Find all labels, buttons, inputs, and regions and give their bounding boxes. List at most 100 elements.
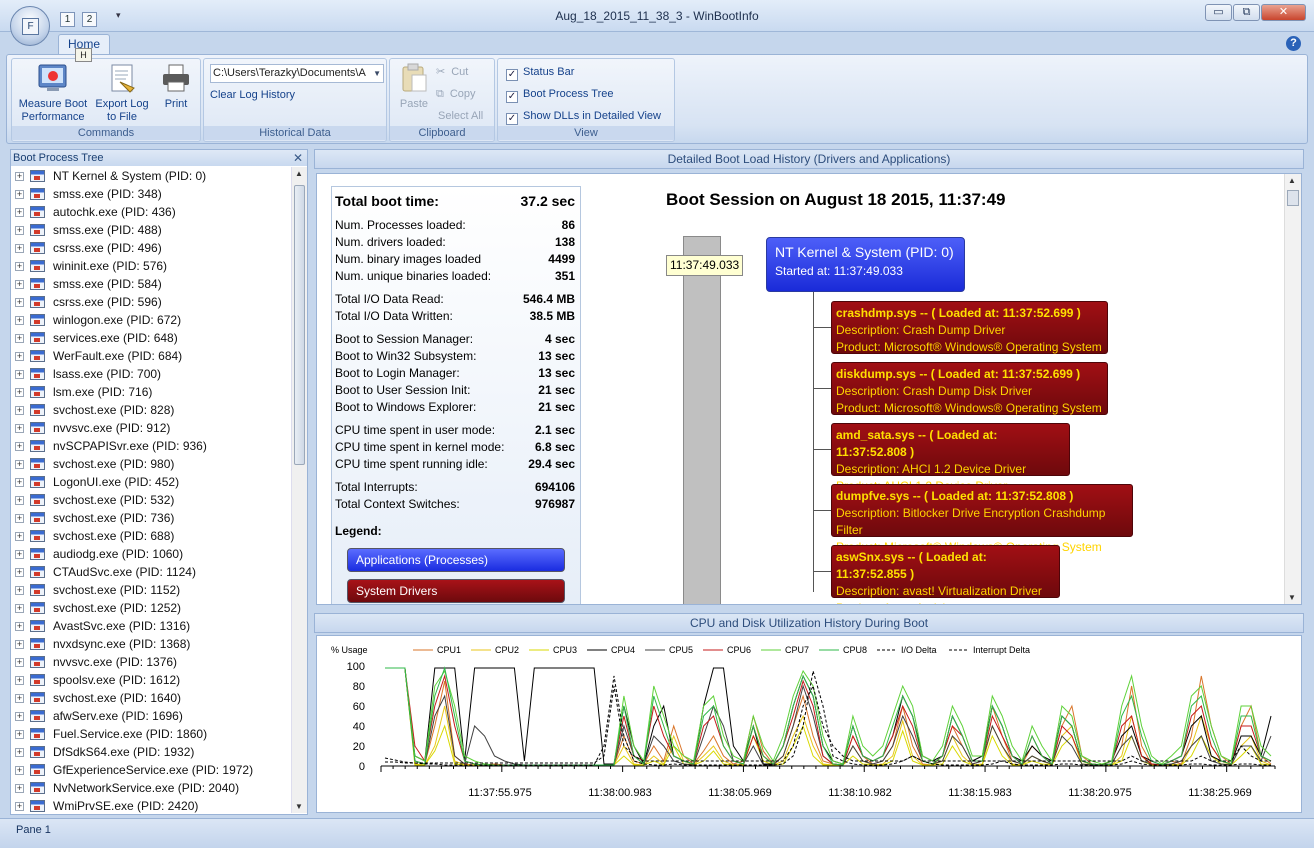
measure-boot-button[interactable]: Measure Boot Performance: [16, 62, 90, 124]
show-dlls-checkbox[interactable]: ✓ Show DLLs in Detailed View: [506, 107, 661, 125]
tree-item[interactable]: + nvxdsync.exe (PID: 1368): [11, 635, 291, 653]
close-button[interactable]: ✕: [1261, 4, 1306, 21]
expand-icon[interactable]: +: [15, 478, 24, 487]
tree-item[interactable]: + Fuel.Service.exe (PID: 1860): [11, 725, 291, 743]
tree-item[interactable]: + lsm.exe (PID: 716): [11, 383, 291, 401]
detail-scrollbar[interactable]: ▲ ▼: [1284, 174, 1301, 604]
expand-icon[interactable]: +: [15, 568, 24, 577]
kernel-node[interactable]: NT Kernel & System (PID: 0) Started at: …: [766, 237, 965, 292]
expand-icon[interactable]: +: [15, 460, 24, 469]
tree-item[interactable]: + svchost.exe (PID: 1640): [11, 689, 291, 707]
expand-icon[interactable]: +: [15, 604, 24, 613]
expand-icon[interactable]: +: [15, 586, 24, 595]
tree-item[interactable]: + csrss.exe (PID: 496): [11, 239, 291, 257]
expand-icon[interactable]: +: [15, 748, 24, 757]
export-log-button[interactable]: Export Log to File: [92, 62, 152, 124]
scroll-up-icon[interactable]: ▲: [295, 169, 303, 178]
expand-icon[interactable]: +: [15, 262, 24, 271]
tree-scrollbar[interactable]: ▲ ▼: [291, 167, 307, 813]
expand-icon[interactable]: +: [15, 424, 24, 433]
minimize-button[interactable]: ▭: [1205, 4, 1232, 21]
tree-item[interactable]: + svchost.exe (PID: 532): [11, 491, 291, 509]
expand-icon[interactable]: +: [15, 622, 24, 631]
copy-button[interactable]: ⧉ Copy: [436, 85, 476, 103]
restore-button[interactable]: ⧉: [1233, 4, 1260, 21]
tree-item[interactable]: + svchost.exe (PID: 736): [11, 509, 291, 527]
expand-icon[interactable]: +: [15, 802, 24, 811]
driver-node[interactable]: diskdump.sys -- ( Loaded at: 11:37:52.69…: [831, 362, 1108, 415]
expand-icon[interactable]: +: [15, 316, 24, 325]
help-icon[interactable]: ?: [1286, 36, 1301, 51]
expand-icon[interactable]: +: [15, 442, 24, 451]
expand-icon[interactable]: +: [15, 730, 24, 739]
tree-item[interactable]: + svchost.exe (PID: 688): [11, 527, 291, 545]
tree-item[interactable]: + wininit.exe (PID: 576): [11, 257, 291, 275]
tree-item[interactable]: + svchost.exe (PID: 1252): [11, 599, 291, 617]
expand-icon[interactable]: +: [15, 208, 24, 217]
tree-item[interactable]: + CTAudSvc.exe (PID: 1124): [11, 563, 291, 581]
tree-item[interactable]: + spoolsv.exe (PID: 1612): [11, 671, 291, 689]
tree-item[interactable]: + NvNetworkService.exe (PID: 2040): [11, 779, 291, 797]
clear-log-history-button[interactable]: Clear Log History: [210, 86, 295, 104]
expand-icon[interactable]: +: [15, 280, 24, 289]
close-icon[interactable]: ✕: [293, 150, 303, 166]
expand-icon[interactable]: +: [15, 244, 24, 253]
tree-item[interactable]: + GfExperienceService.exe (PID: 1972): [11, 761, 291, 779]
tree-item[interactable]: + svchost.exe (PID: 828): [11, 401, 291, 419]
tree-item[interactable]: + WerFault.exe (PID: 684): [11, 347, 291, 365]
scroll-thumb[interactable]: [1287, 190, 1299, 206]
tree-item[interactable]: + winlogon.exe (PID: 672): [11, 311, 291, 329]
tree-item[interactable]: + AvastSvc.exe (PID: 1316): [11, 617, 291, 635]
expand-icon[interactable]: +: [15, 226, 24, 235]
expand-icon[interactable]: +: [15, 406, 24, 415]
tree-item[interactable]: + svchost.exe (PID: 1152): [11, 581, 291, 599]
tree-item[interactable]: + lsass.exe (PID: 700): [11, 365, 291, 383]
select-all-button[interactable]: Select All: [438, 107, 483, 125]
driver-node[interactable]: amd_sata.sys -- ( Loaded at: 11:37:52.80…: [831, 423, 1070, 493]
expand-icon[interactable]: +: [15, 388, 24, 397]
expand-icon[interactable]: +: [15, 784, 24, 793]
expand-icon[interactable]: +: [15, 370, 24, 379]
expand-icon[interactable]: +: [15, 334, 24, 343]
expand-icon[interactable]: +: [15, 514, 24, 523]
tree-item[interactable]: + autochk.exe (PID: 436): [11, 203, 291, 221]
tree-item[interactable]: + NT Kernel & System (PID: 0): [11, 167, 291, 185]
expand-icon[interactable]: +: [15, 640, 24, 649]
tree-item[interactable]: + smss.exe (PID: 488): [11, 221, 291, 239]
tree-item[interactable]: + LogonUI.exe (PID: 452): [11, 473, 291, 491]
tree-item[interactable]: + nvvsvc.exe (PID: 1376): [11, 653, 291, 671]
scroll-down-icon[interactable]: ▼: [295, 802, 303, 811]
expand-icon[interactable]: +: [15, 712, 24, 721]
expand-icon[interactable]: +: [15, 532, 24, 541]
boot-tree-checkbox[interactable]: ✓ Boot Process Tree: [506, 85, 614, 103]
tree-item[interactable]: + audiodg.exe (PID: 1060): [11, 545, 291, 563]
tree-item[interactable]: + services.exe (PID: 648): [11, 329, 291, 347]
tree-item[interactable]: + svchost.exe (PID: 980): [11, 455, 291, 473]
log-path-combobox[interactable]: C:\Users\Terazky\Documents\A ▼: [210, 64, 384, 83]
tree-item[interactable]: + WmiPrvSE.exe (PID: 2420): [11, 797, 291, 813]
expand-icon[interactable]: +: [15, 766, 24, 775]
expand-icon[interactable]: +: [15, 694, 24, 703]
driver-node[interactable]: crashdmp.sys -- ( Loaded at: 11:37:52.69…: [831, 301, 1108, 354]
scroll-thumb[interactable]: [294, 185, 305, 465]
expand-icon[interactable]: +: [15, 298, 24, 307]
tree-item[interactable]: + csrss.exe (PID: 596): [11, 293, 291, 311]
tree-item[interactable]: + DfSdkS64.exe (PID: 1932): [11, 743, 291, 761]
tree-item[interactable]: + afwServ.exe (PID: 1696): [11, 707, 291, 725]
print-button[interactable]: Print: [154, 62, 198, 111]
expand-icon[interactable]: +: [15, 550, 24, 559]
cut-button[interactable]: ✂ Cut: [436, 63, 468, 81]
tree-item[interactable]: + smss.exe (PID: 584): [11, 275, 291, 293]
driver-node[interactable]: dumpfve.sys -- ( Loaded at: 11:37:52.808…: [831, 484, 1133, 554]
expand-icon[interactable]: +: [15, 190, 24, 199]
expand-icon[interactable]: +: [15, 172, 24, 181]
scroll-down-icon[interactable]: ▼: [1288, 593, 1296, 602]
scroll-up-icon[interactable]: ▲: [1288, 176, 1296, 185]
paste-button[interactable]: Paste: [394, 62, 434, 111]
expand-icon[interactable]: +: [15, 352, 24, 361]
tree-item[interactable]: + smss.exe (PID: 348): [11, 185, 291, 203]
status-bar-checkbox[interactable]: ✓ Status Bar: [506, 63, 574, 81]
driver-node[interactable]: aswSnx.sys -- ( Loaded at: 11:37:52.855 …: [831, 545, 1060, 604]
application-menu-button[interactable]: F: [10, 6, 50, 46]
tree-item[interactable]: + nvSCPAPISvr.exe (PID: 936): [11, 437, 291, 455]
